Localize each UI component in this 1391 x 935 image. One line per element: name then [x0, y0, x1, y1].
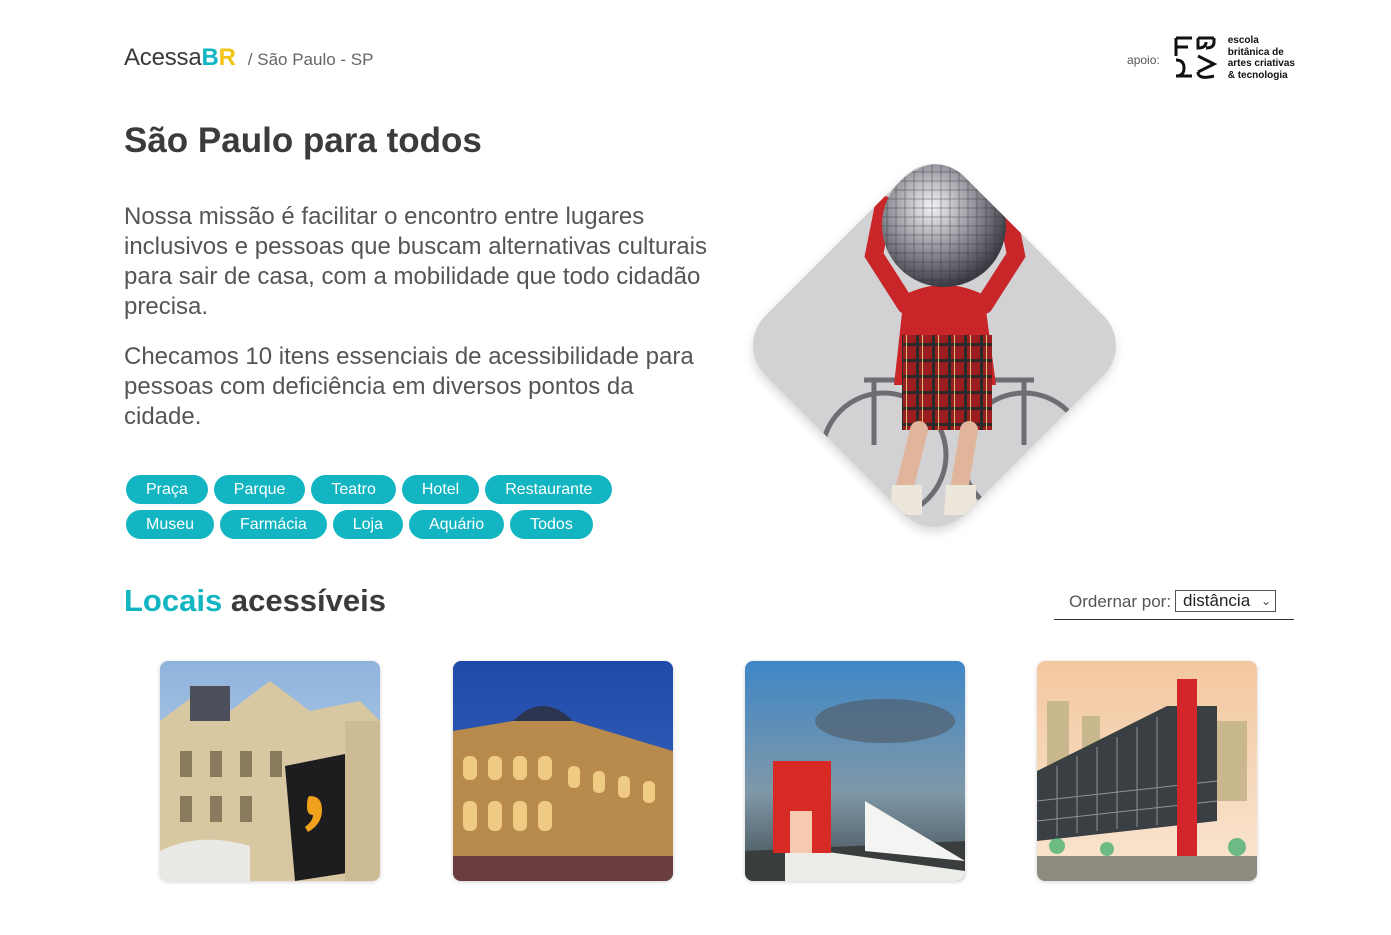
place-card[interactable] [160, 661, 380, 881]
place-photo [160, 661, 380, 881]
category-pill-restaurante[interactable]: Restaurante [485, 475, 613, 504]
sponsor-line: artes criativas [1227, 58, 1295, 69]
category-pill-hotel[interactable]: Hotel [401, 475, 480, 504]
category-pill-parque[interactable]: Parque [213, 475, 306, 504]
category-pill-todos[interactable]: Todos [510, 510, 593, 539]
places-grid [0, 661, 1391, 881]
place-photo [453, 661, 673, 881]
sponsor-block: apoio: escola britânica de artes criativ… [1127, 35, 1295, 81]
category-pill-teatro[interactable]: Teatro [311, 475, 396, 504]
site-header: AcessaBR / São Paulo - SP [124, 44, 373, 72]
mission-paragraph: Nossa missão é facilitar o encontro entr… [124, 203, 707, 320]
section-title: Locais acessíveis [124, 583, 386, 619]
logo-text: Acessa [124, 44, 202, 71]
sort-label: Ordernar por: [1069, 592, 1172, 611]
support-label: apoio: [1127, 53, 1160, 67]
logo-r: R [218, 44, 236, 71]
place-card[interactable] [453, 661, 673, 881]
sort-select-value: distância [1183, 591, 1251, 610]
category-pill-farmacia[interactable]: Farmácia [220, 510, 327, 539]
sponsor-line: & tecnologia [1227, 69, 1288, 81]
breadcrumb-location: / São Paulo - SP [247, 50, 374, 69]
hero-image [732, 143, 1137, 548]
place-photo [1037, 661, 1257, 881]
sponsor-line: escola [1227, 35, 1259, 46]
page-title: São Paulo para todos [124, 121, 482, 160]
section-title-accent: Locais [124, 583, 223, 618]
section-title-rest: acessíveis [230, 583, 386, 618]
hero-photo-diamond [735, 146, 1134, 545]
ebac-logo-icon[interactable] [1172, 36, 1218, 80]
logo-b: B [201, 44, 219, 71]
chevron-down-icon: ⌄ [1260, 594, 1272, 608]
place-card[interactable] [745, 661, 965, 881]
sort-control: Ordernar por: distância ⌄ [1054, 588, 1294, 620]
category-pill-praca[interactable]: Praça [126, 475, 208, 504]
place-card[interactable] [1037, 661, 1257, 881]
sponsor-name: escola britânica de artes criativas & te… [1228, 35, 1295, 81]
sponsor-line: britânica de [1227, 46, 1284, 58]
sort-select[interactable]: distância ⌄ [1175, 590, 1277, 612]
category-filters: Praça Parque Teatro Hotel Restaurante Mu… [126, 475, 646, 539]
acessabr-logo[interactable]: AcessaBR [124, 44, 236, 72]
place-photo [745, 661, 965, 881]
category-pill-loja[interactable]: Loja [332, 510, 403, 539]
accessibility-paragraph: Checamos 10 itens essenciais de acessibi… [124, 343, 694, 430]
category-pill-aquario[interactable]: Aquário [408, 510, 505, 539]
category-pill-museu[interactable]: Museu [126, 510, 215, 539]
